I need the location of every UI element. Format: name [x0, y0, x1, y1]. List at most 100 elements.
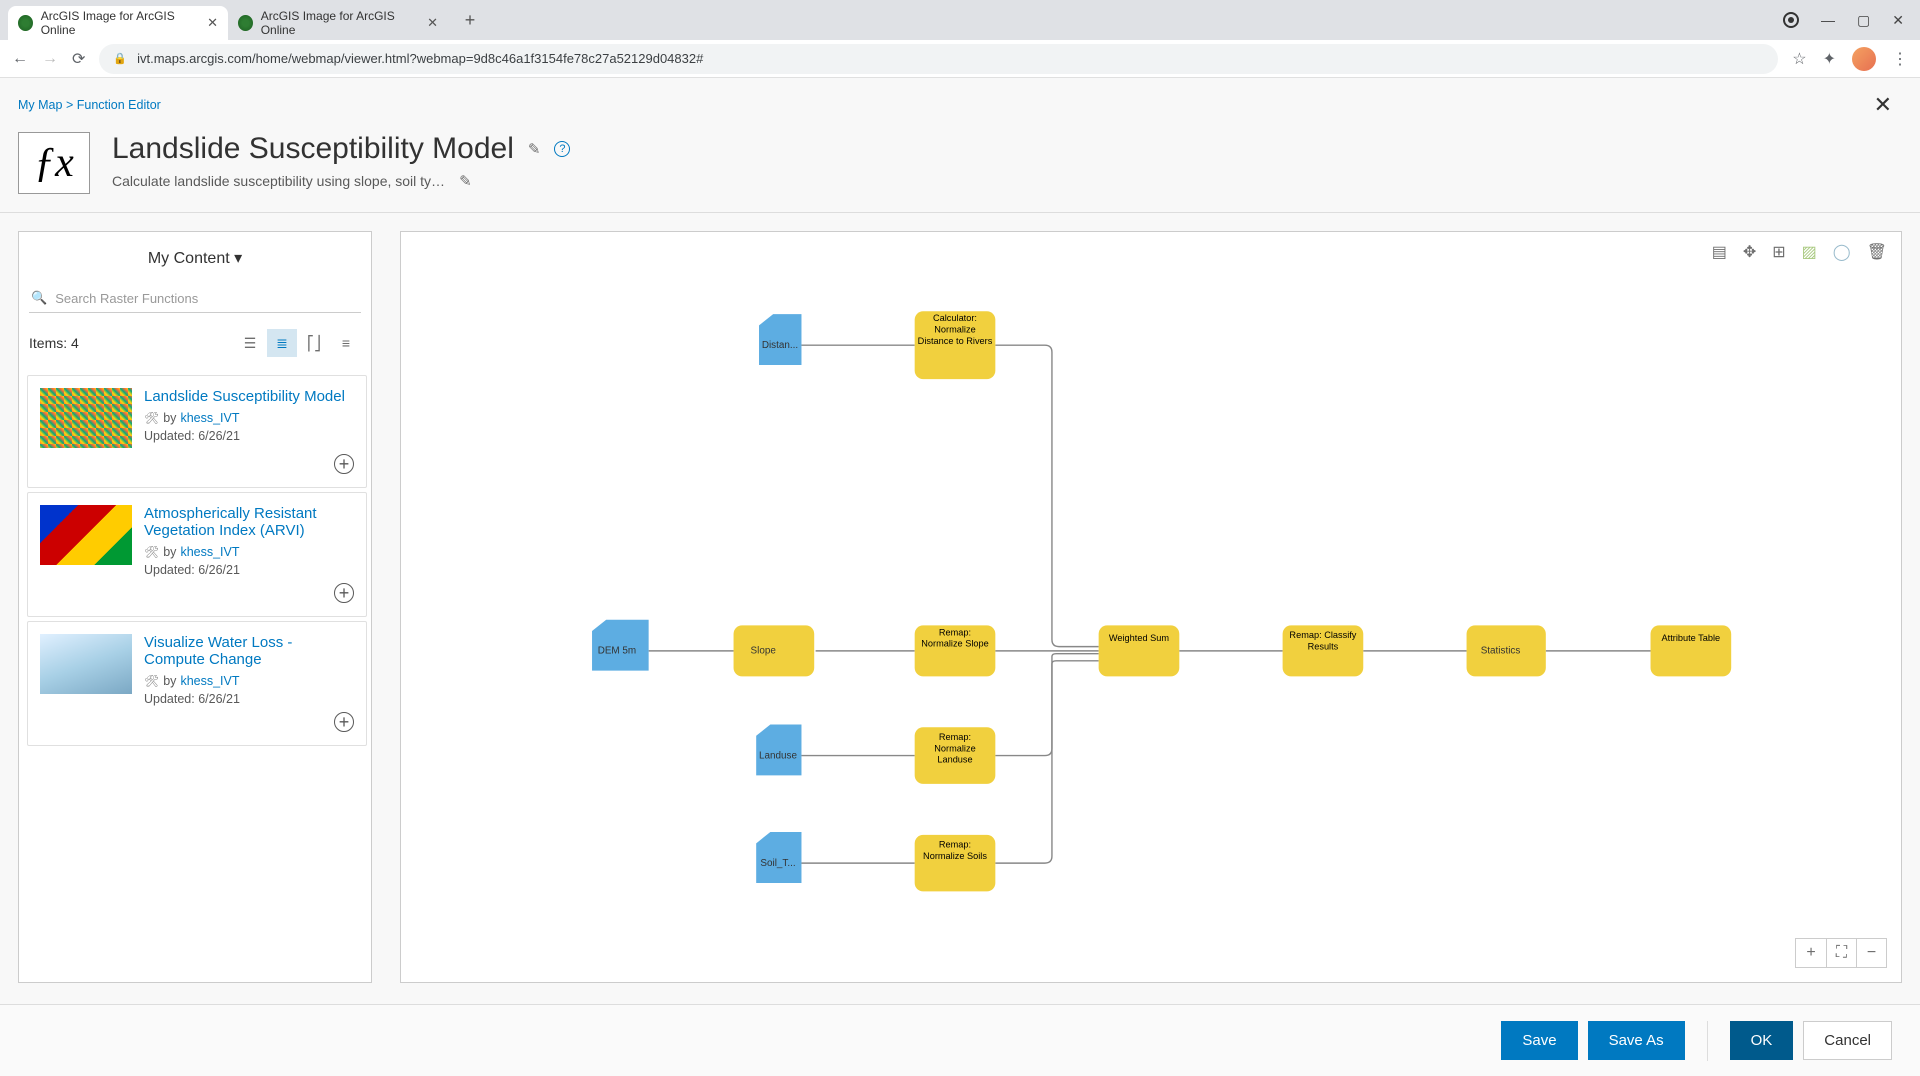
close-icon[interactable]: ✕	[427, 15, 438, 31]
address-bar: ← → ⟳ 🔒 ivt.maps.arcgis.com/home/webmap/…	[0, 40, 1920, 78]
function-canvas[interactable]: ▤ ✥ ⊞ ▨ ◯ 🗑 Distan... DEM 5m Landuse	[400, 231, 1902, 983]
list-detail-icon[interactable]: ≣	[267, 329, 297, 357]
arcgis-favicon	[18, 15, 33, 31]
zoom-controls: + ⛶ −	[1795, 938, 1887, 968]
canvas-toolbar: ▤ ✥ ⊞ ▨ ◯ 🗑	[1712, 242, 1887, 262]
page-title: Landslide Susceptibility Model	[112, 132, 514, 166]
close-icon[interactable]: ✕	[207, 15, 218, 31]
profile-avatar[interactable]	[1852, 47, 1876, 71]
edit-description-icon[interactable]: ✎	[459, 172, 472, 190]
item-updated: Updated: 6/26/21	[144, 692, 354, 706]
new-tab-button[interactable]: +	[456, 6, 484, 34]
zoom-fit-button[interactable]: ⛶	[1826, 939, 1856, 967]
fn-node-statistics[interactable]: Statistics	[1467, 625, 1546, 676]
ok-button[interactable]: OK	[1730, 1021, 1794, 1060]
add-raster-icon[interactable]: ▨	[1802, 242, 1817, 262]
input-node-landuse[interactable]: Landuse	[756, 724, 801, 775]
svg-text:Statistics: Statistics	[1481, 646, 1521, 657]
function-list[interactable]: Landslide Susceptibility Model 🛠by khess…	[19, 367, 371, 982]
list-simple-icon[interactable]: ☰	[235, 329, 265, 357]
fn-node-weighted-sum[interactable]: Weighted Sum	[1099, 625, 1180, 676]
fn-node-remap-soils[interactable]: Remap: Normalize Soils	[915, 835, 996, 892]
maximize-icon[interactable]: ▢	[1857, 12, 1870, 29]
tool-icon: 🛠	[144, 674, 159, 688]
url-input[interactable]: 🔒 ivt.maps.arcgis.com/home/webmap/viewer…	[99, 44, 1778, 74]
item-title[interactable]: Atmospherically Resistant Vegetation Ind…	[144, 505, 354, 539]
edit-title-icon[interactable]: ✎	[528, 140, 541, 158]
search-placeholder: Search Raster Functions	[55, 291, 198, 306]
browser-tab-inactive[interactable]: ArcGIS Image for ArcGIS Online ✕	[228, 6, 448, 40]
item-title[interactable]: Visualize Water Loss - Compute Change	[144, 634, 354, 668]
items-count: Items: 4	[29, 335, 79, 351]
fx-icon: ƒx	[18, 132, 90, 194]
save-as-button[interactable]: Save As	[1588, 1021, 1685, 1060]
item-author[interactable]: khess_IVT	[180, 674, 239, 688]
content-scope-dropdown[interactable]: My Content ▾	[19, 232, 371, 278]
input-node-distance[interactable]: Distan...	[759, 314, 801, 365]
diagram-svg: Distan... DEM 5m Landuse Soil_T... Calcu…	[401, 232, 1901, 982]
add-item-button[interactable]: +	[40, 583, 354, 604]
fn-node-slope[interactable]: Slope	[734, 625, 815, 676]
item-author[interactable]: khess_IVT	[180, 545, 239, 559]
search-icon: 🔍	[31, 290, 47, 306]
record-icon[interactable]	[1783, 12, 1799, 28]
fn-node-calculator[interactable]: Calculator: Normalize Distance to Rivers	[915, 311, 996, 379]
breadcrumb-root[interactable]: My Map	[18, 98, 62, 112]
svg-text:Landuse: Landuse	[759, 750, 797, 761]
extensions-icon[interactable]: ✦	[1823, 49, 1836, 69]
breadcrumb: My Map > Function Editor ✕	[0, 78, 1920, 128]
item-title[interactable]: Landslide Susceptibility Model	[144, 388, 354, 405]
zoom-in-button[interactable]: +	[1796, 939, 1826, 967]
thumbnail	[40, 634, 132, 694]
lock-icon: 🔒	[113, 52, 127, 65]
item-updated: Updated: 6/26/21	[144, 429, 354, 443]
sort-icon[interactable]: ⎡⎦	[299, 329, 329, 357]
help-icon[interactable]: ?	[554, 141, 570, 157]
search-input[interactable]: 🔍 Search Raster Functions	[29, 284, 361, 313]
menu-icon[interactable]: ⋮	[1892, 49, 1908, 69]
footer-actions: Save Save As OK Cancel	[0, 1004, 1920, 1076]
cancel-button[interactable]: Cancel	[1803, 1021, 1892, 1060]
filter-icon[interactable]: ≡	[331, 329, 361, 357]
divider	[1707, 1021, 1708, 1061]
list-item: Atmospherically Resistant Vegetation Ind…	[27, 492, 367, 617]
page-description: Calculate landslide susceptibility using…	[112, 173, 445, 189]
fn-node-remap-classify[interactable]: Remap: Classify Results	[1283, 625, 1364, 676]
browser-tab-bar: ArcGIS Image for ArcGIS Online ✕ ArcGIS …	[0, 0, 1920, 40]
svg-text:DEM 5m: DEM 5m	[598, 646, 636, 657]
breadcrumb-current[interactable]: Function Editor	[77, 98, 161, 112]
thumbnail	[40, 388, 132, 448]
fn-node-attribute-table[interactable]: Attribute Table	[1651, 625, 1732, 676]
svg-text:Soil_T...: Soil_T...	[760, 858, 795, 869]
delete-icon[interactable]: 🗑	[1867, 242, 1887, 262]
functions-panel: My Content ▾ 🔍 Search Raster Functions I…	[18, 231, 372, 983]
fn-node-remap-slope[interactable]: Remap: Normalize Slope	[915, 625, 996, 676]
fn-node-remap-landuse[interactable]: Remap: Normalize Landuse	[915, 727, 996, 784]
arcgis-favicon	[238, 15, 253, 31]
reload-icon[interactable]: ⟳	[72, 49, 85, 69]
tab-title: ArcGIS Image for ArcGIS Online	[261, 9, 419, 37]
item-author[interactable]: khess_IVT	[180, 411, 239, 425]
minimize-icon[interactable]: —	[1821, 12, 1835, 28]
tab-title: ArcGIS Image for ArcGIS Online	[41, 9, 199, 37]
item-updated: Updated: 6/26/21	[144, 563, 354, 577]
url-text: ivt.maps.arcgis.com/home/webmap/viewer.h…	[137, 51, 703, 66]
globe-icon[interactable]: ◯	[1833, 242, 1851, 262]
save-button[interactable]: Save	[1501, 1021, 1577, 1060]
forward-icon[interactable]: →	[42, 50, 58, 68]
pan-icon[interactable]: ✥	[1743, 242, 1756, 262]
browser-tab-active[interactable]: ArcGIS Image for ArcGIS Online ✕	[8, 6, 228, 40]
star-icon[interactable]: ☆	[1792, 49, 1806, 69]
back-icon[interactable]: ←	[12, 50, 28, 68]
autolayout-icon[interactable]: ⊞	[1772, 242, 1785, 262]
svg-text:Distan...: Distan...	[762, 340, 798, 351]
input-node-dem[interactable]: DEM 5m	[592, 620, 649, 671]
add-item-button[interactable]: +	[40, 454, 354, 475]
close-window-icon[interactable]: ✕	[1892, 12, 1904, 29]
input-node-soil[interactable]: Soil_T...	[756, 832, 801, 883]
properties-icon[interactable]: ▤	[1712, 242, 1727, 262]
zoom-out-button[interactable]: −	[1856, 939, 1886, 967]
close-panel-button[interactable]: ✕	[1864, 88, 1902, 122]
add-item-button[interactable]: +	[40, 712, 354, 733]
svg-text:Slope: Slope	[751, 646, 777, 657]
